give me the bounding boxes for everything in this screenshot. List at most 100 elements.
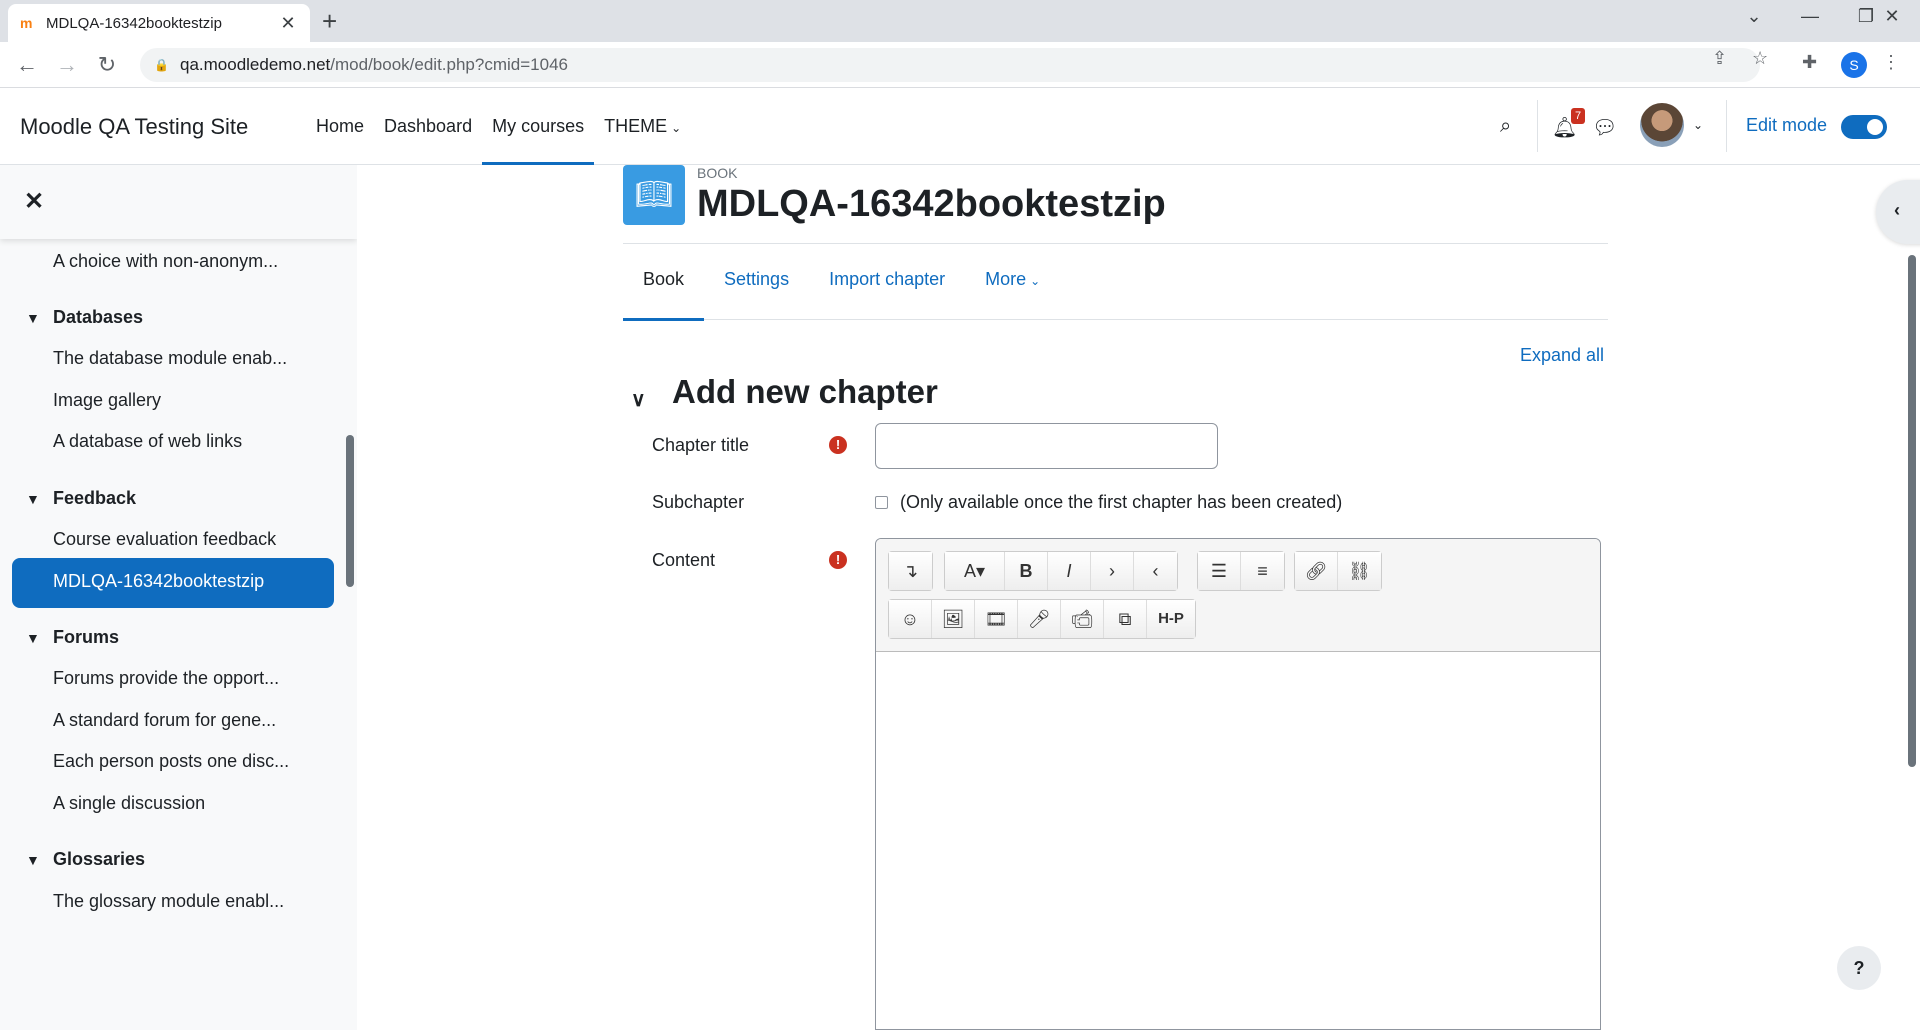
drawer-header: ✕: [0, 165, 357, 239]
navbar-divider: [1537, 100, 1538, 152]
toolbar-group: A▾ B I › ‹: [944, 551, 1178, 591]
chevron-down-icon: ▼: [26, 630, 40, 646]
fieldset-title[interactable]: Add new chapter: [672, 373, 938, 411]
drawer-scrollbar[interactable]: [346, 435, 354, 587]
course-index-item[interactable]: The database module enab...: [53, 348, 287, 369]
browser-toolbar: ← → ↻ 🔒 qa.moodledemo.net /mod/book/edit…: [0, 42, 1920, 88]
bookmark-star-icon[interactable]: ☆: [1752, 48, 1768, 69]
nav-dashboard[interactable]: Dashboard: [374, 88, 482, 165]
course-index-item[interactable]: Each person posts one disc...: [53, 751, 289, 772]
close-drawer-icon[interactable]: ✕: [24, 187, 44, 216]
toolbar-group: ☰ ≡: [1197, 551, 1285, 591]
course-index-item-active[interactable]: MDLQA-16342booktestzip: [12, 558, 334, 608]
subchapter-checkbox[interactable]: [875, 496, 888, 509]
collapse-chevron-icon[interactable]: ∨: [631, 387, 646, 412]
media-icon[interactable]: 🎞︎: [975, 600, 1018, 638]
reload-icon[interactable]: ↻: [92, 50, 122, 80]
page-scrollbar[interactable]: [1908, 255, 1916, 767]
required-icon: !: [829, 551, 847, 569]
chevron-down-icon: ▼: [26, 852, 40, 868]
user-avatar[interactable]: [1640, 103, 1684, 147]
manage-files-icon[interactable]: ⧉: [1104, 600, 1147, 638]
window-close-icon[interactable]: ✕: [1864, 6, 1920, 27]
bold-icon[interactable]: B: [1005, 552, 1048, 590]
tab-import-chapter[interactable]: Import chapter: [809, 244, 965, 320]
show-more-buttons-icon[interactable]: ↴: [889, 552, 932, 590]
nav-home[interactable]: Home: [306, 88, 374, 165]
page-title: MDLQA-16342booktestzip: [697, 183, 1166, 225]
section-title: Glossaries: [53, 849, 146, 869]
tab-settings[interactable]: Settings: [704, 244, 809, 320]
course-index-item[interactable]: A choice with non-anonym...: [53, 251, 278, 272]
new-tab-icon[interactable]: +: [322, 8, 337, 34]
link-icon[interactable]: 🔗︎: [1295, 552, 1338, 590]
unordered-list-icon[interactable]: ☰: [1198, 552, 1241, 590]
extensions-puzzle-icon[interactable]: ✚: [1802, 52, 1817, 73]
notification-count-badge: 7: [1571, 108, 1585, 124]
section-title: Feedback: [53, 488, 137, 508]
subchapter-note: (Only available once the first chapter h…: [900, 492, 1343, 512]
main-content: 📖︎ BOOK MDLQA-16342booktestzip Book Sett…: [357, 165, 1920, 1030]
book-icon: 📖︎: [623, 165, 685, 225]
italic-icon[interactable]: I: [1048, 552, 1091, 590]
expand-all-link[interactable]: Expand all: [1520, 345, 1604, 366]
share-icon[interactable]: ⇪: [1712, 48, 1727, 69]
toolbar-group: 🔗︎ ⛓︎: [1294, 551, 1382, 591]
messages-icon[interactable]: 💬︎: [1592, 115, 1617, 140]
help-button[interactable]: ?: [1837, 946, 1881, 990]
course-index-item[interactable]: A standard forum for gene...: [53, 710, 276, 731]
navbar-divider: [1726, 100, 1727, 152]
course-index-item[interactable]: The glossary module enabl...: [53, 891, 284, 912]
edit-mode-toggle[interactable]: [1841, 115, 1887, 139]
ordered-list-icon[interactable]: ≡: [1241, 552, 1284, 590]
editor-content-area[interactable]: [876, 652, 1600, 1029]
lock-icon: 🔒: [154, 58, 169, 72]
emoticon-icon[interactable]: ☺: [889, 600, 932, 638]
section-feedback[interactable]: ▼ Feedback: [26, 488, 136, 509]
section-forums[interactable]: ▼ Forums: [26, 627, 119, 648]
chevron-down-icon: ⌄: [1030, 274, 1041, 288]
address-bar[interactable]: 🔒 qa.moodledemo.net /mod/book/edit.php?c…: [140, 48, 1760, 82]
course-index-item[interactable]: A database of web links: [53, 431, 242, 452]
record-video-icon[interactable]: 📹︎: [1061, 600, 1104, 638]
indent-icon[interactable]: ›: [1091, 552, 1134, 590]
h5p-icon[interactable]: H-P: [1147, 600, 1195, 638]
course-index-item[interactable]: Forums provide the opport...: [53, 668, 279, 689]
tab-book[interactable]: Book: [623, 244, 705, 321]
search-icon[interactable]: ⌕: [1500, 115, 1511, 138]
site-name[interactable]: Moodle QA Testing Site: [20, 114, 248, 140]
forward-icon[interactable]: →: [52, 50, 82, 80]
content-editor: ↴ A▾ B I › ‹ ☰ ≡ 🔗︎ ⛓︎ ☺ 🖼︎ 🎞︎ 🎤︎ 📹︎ ⧉ H…: [875, 538, 1601, 1030]
toolbar-group: ☺ 🖼︎ 🎞︎ 🎤︎ 📹︎ ⧉ H-P: [888, 599, 1196, 639]
chapter-title-label: Chapter title: [652, 435, 750, 455]
tab-more-dropdown[interactable]: More ⌄: [965, 244, 1060, 320]
tab-search-chevron-icon[interactable]: ⌄: [1726, 6, 1782, 27]
record-audio-icon[interactable]: 🎤︎: [1018, 600, 1061, 638]
browser-tab[interactable]: m MDLQA-16342booktestzip ✕: [8, 4, 310, 42]
outdent-icon[interactable]: ‹: [1134, 552, 1177, 590]
unlink-icon[interactable]: ⛓︎: [1338, 552, 1381, 590]
chapter-title-input[interactable]: [875, 423, 1218, 469]
course-index-item[interactable]: Course evaluation feedback: [53, 529, 276, 550]
image-icon[interactable]: 🖼︎: [932, 600, 975, 638]
required-icon: !: [829, 436, 847, 454]
chevron-down-icon: ▼: [26, 310, 40, 326]
nav-my-courses[interactable]: My courses: [482, 88, 595, 165]
course-index-item[interactable]: Image gallery: [53, 390, 161, 411]
section-databases[interactable]: ▼ Databases: [26, 307, 143, 328]
browser-menu-icon[interactable]: ⋮: [1882, 52, 1900, 73]
section-title: Databases: [53, 307, 144, 327]
tab-more-label: More: [985, 269, 1027, 289]
section-title: Forums: [53, 627, 120, 647]
section-glossaries[interactable]: ▼ Glossaries: [26, 849, 145, 870]
nav-theme-dropdown[interactable]: THEME ⌄: [594, 88, 691, 165]
paragraph-styles-icon[interactable]: A▾: [945, 552, 1005, 590]
close-tab-icon[interactable]: ✕: [278, 13, 298, 34]
back-icon[interactable]: ←: [12, 50, 42, 80]
course-index-item[interactable]: A single discussion: [53, 793, 205, 814]
minimize-icon[interactable]: —: [1782, 6, 1838, 27]
course-index-drawer: ✕ A choice with non-anonym... ▼ Databases…: [0, 165, 357, 1030]
user-menu-chevron-icon[interactable]: ⌄: [1693, 118, 1703, 132]
browser-profile-avatar[interactable]: S: [1841, 52, 1867, 78]
url-path: /mod/book/edit.php?cmid=1046: [330, 55, 568, 74]
